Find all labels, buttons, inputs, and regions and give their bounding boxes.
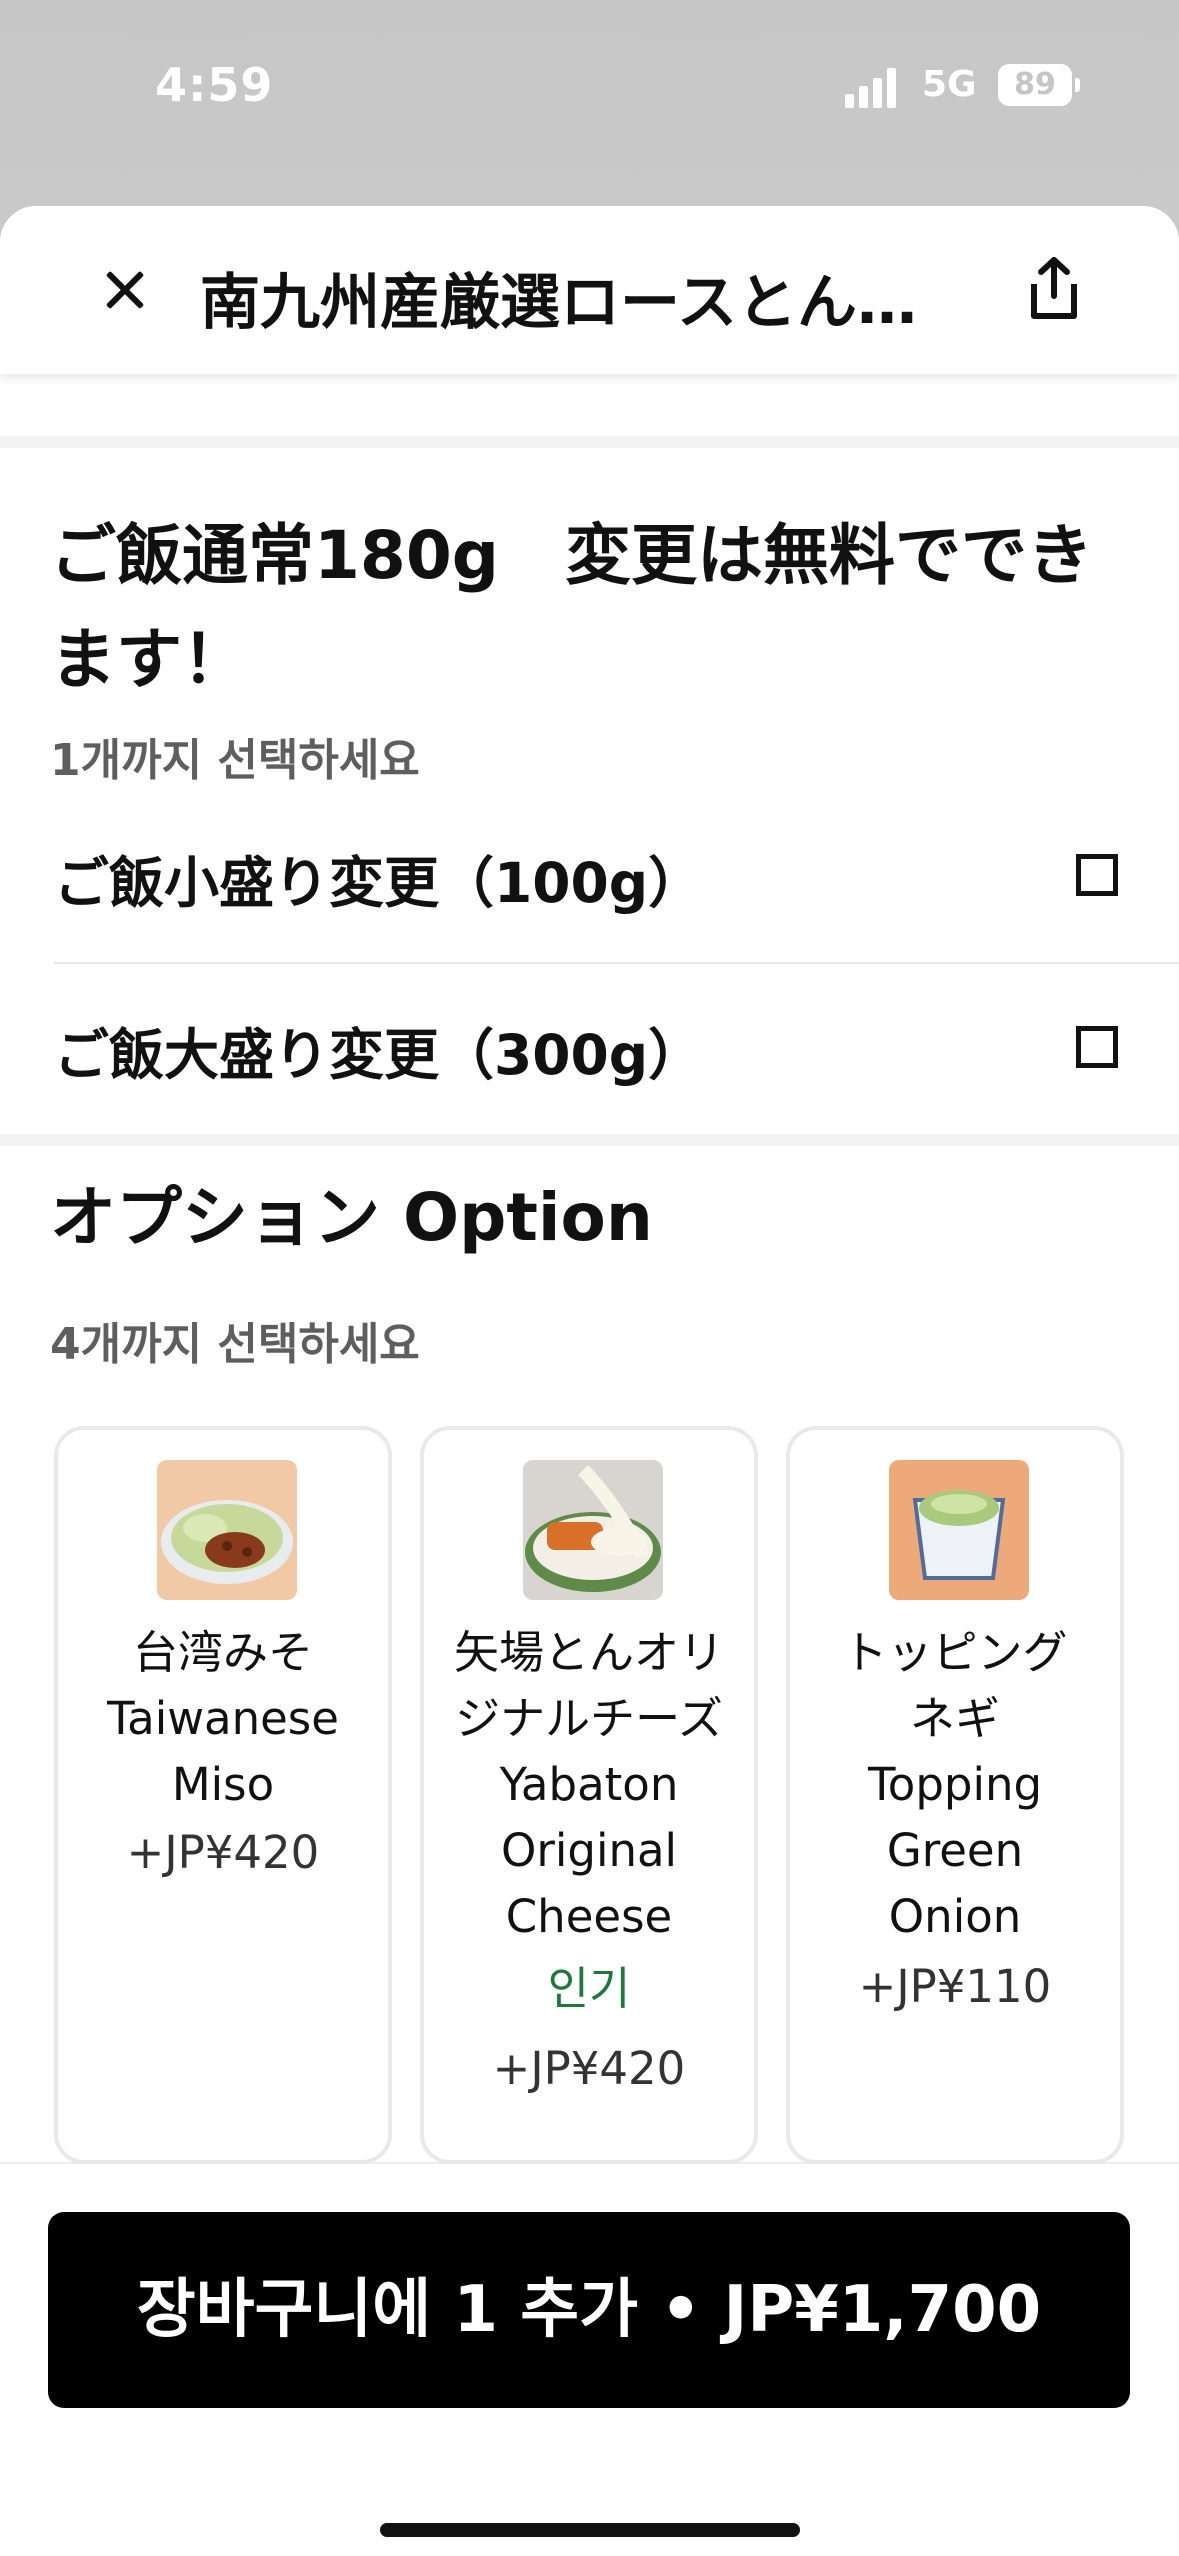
option-cards: 台湾みそ Taiwanese Miso +JP¥420 矢場とんオリ ジナルチー…: [54, 1426, 1179, 2166]
card-name: 台湾みそ Taiwanese Miso: [107, 1626, 339, 1811]
card-name: 矢場とんオリ ジナルチーズ Yabaton Original Cheese: [453, 1626, 724, 1943]
cheese-katsu-photo: [523, 1460, 663, 1600]
card-price: +JP¥110: [858, 1960, 1052, 2013]
option-card-taiwanese-miso[interactable]: 台湾みそ Taiwanese Miso +JP¥420: [54, 1426, 392, 2164]
signal-icon: [845, 64, 903, 108]
option-section-title: オプション Option: [50, 1179, 653, 1256]
add-to-cart-button[interactable]: 장바구니에 1 추가 • JP¥1,700: [48, 2212, 1130, 2408]
option-label: ご飯大盛り変更（300g）: [54, 1023, 704, 1087]
share-icon[interactable]: [1024, 256, 1084, 322]
card-name: トッピング ネギ Topping Green Onion: [842, 1626, 1068, 1943]
checkbox[interactable]: [1076, 854, 1118, 896]
option-card-original-cheese[interactable]: 矢場とんオリ ジナルチーズ Yabaton Original Cheese 인기…: [420, 1426, 758, 2164]
rice-section-subtitle: 1개까지 선택하세요: [50, 735, 420, 786]
sheet-header: 南九州産厳選ロースとん…: [0, 206, 1179, 374]
checkbox[interactable]: [1076, 1026, 1118, 1068]
close-icon[interactable]: [92, 258, 156, 322]
card-price: +JP¥420: [126, 1826, 320, 1879]
item-sheet: 南九州産厳選ロースとん… ご飯通常180g 変更は無料でできます！ 1개까지 선…: [0, 206, 1179, 2556]
battery-tip: [1075, 78, 1080, 92]
battery-icon: 89: [998, 64, 1072, 106]
section-divider: [0, 1134, 1179, 1146]
option-row-small-rice[interactable]: ご飯小盛り変更（100g）: [54, 790, 1179, 960]
item-title: 南九州産厳選ロースとん…: [200, 268, 917, 338]
rice-section-title: ご飯通常180g 変更は無料でできます！: [50, 517, 1094, 698]
section-divider: [0, 436, 1179, 448]
card-price: +JP¥420: [492, 2042, 686, 2095]
home-indicator[interactable]: [380, 2523, 800, 2537]
status-bar: 4:59 5G 89: [0, 0, 1179, 200]
popular-badge: 인기: [547, 1962, 631, 2015]
green-onion-photo: [889, 1460, 1029, 1600]
network-label: 5G: [922, 64, 977, 105]
option-section-subtitle: 4개까지 선택하세요: [50, 1319, 420, 1370]
option-label: ご飯小盛り変更（100g）: [54, 851, 704, 915]
option-card-green-onion[interactable]: トッピング ネギ Topping Green Onion +JP¥110: [786, 1426, 1124, 2164]
taiwanese-miso-photo: [157, 1460, 297, 1600]
option-row-large-rice[interactable]: ご飯大盛り変更（300g）: [54, 962, 1179, 1132]
status-time: 4:59: [155, 58, 274, 112]
